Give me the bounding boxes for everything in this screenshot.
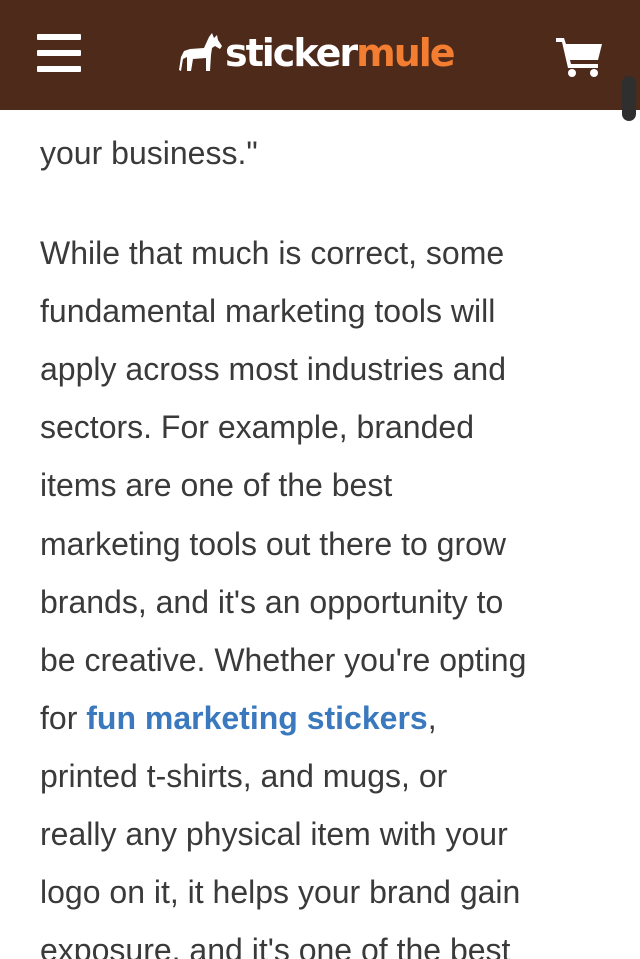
- article-body: your business." While that much is corre…: [40, 0, 608, 959]
- paragraph-line: brands, and it's an opportunity to: [40, 584, 504, 620]
- paragraph-line: logo on it, it helps your brand gain: [40, 874, 521, 910]
- paragraph-line: apply across most industries and: [40, 351, 506, 387]
- scrollbar-thumb[interactable]: [622, 76, 636, 121]
- paragraph-line: exposure, and it's one of the best: [40, 932, 511, 959]
- paragraph-line: marketing tools out there to grow: [40, 526, 507, 562]
- paragraph-line: While that much is correct, some: [40, 235, 505, 271]
- logo-sticker-text: sticker: [225, 31, 358, 75]
- fun-marketing-stickers-link[interactable]: fun marketing stickers: [86, 700, 427, 736]
- paragraph-line: sectors. For example, branded: [40, 409, 474, 445]
- paragraph-line: printed t-shirts, and mugs, or: [40, 758, 448, 794]
- paragraph-line: fundamental marketing tools will: [40, 293, 496, 329]
- logo-mule-text: mule: [356, 31, 455, 75]
- paragraph-line: items are one of the best: [40, 467, 393, 503]
- top-navigation-bar: stickermule: [0, 0, 640, 110]
- link-suffix-text: ,: [427, 700, 437, 736]
- paragraph-line: be creative. Whether you're opting: [40, 642, 527, 678]
- paragraph-line: really any physical item with your: [40, 816, 508, 852]
- cart-icon[interactable]: [556, 36, 604, 78]
- link-prefix-text: for: [40, 700, 87, 736]
- paragraph-line-with-link: for fun marketing stickers,: [40, 698, 437, 738]
- paragraph-line: your business.": [40, 135, 258, 171]
- stickermule-logo[interactable]: stickermule: [179, 30, 456, 76]
- logo-wordmark: stickermule: [225, 30, 456, 76]
- mule-logo-icon: [179, 33, 222, 71]
- menu-icon[interactable]: [37, 34, 81, 72]
